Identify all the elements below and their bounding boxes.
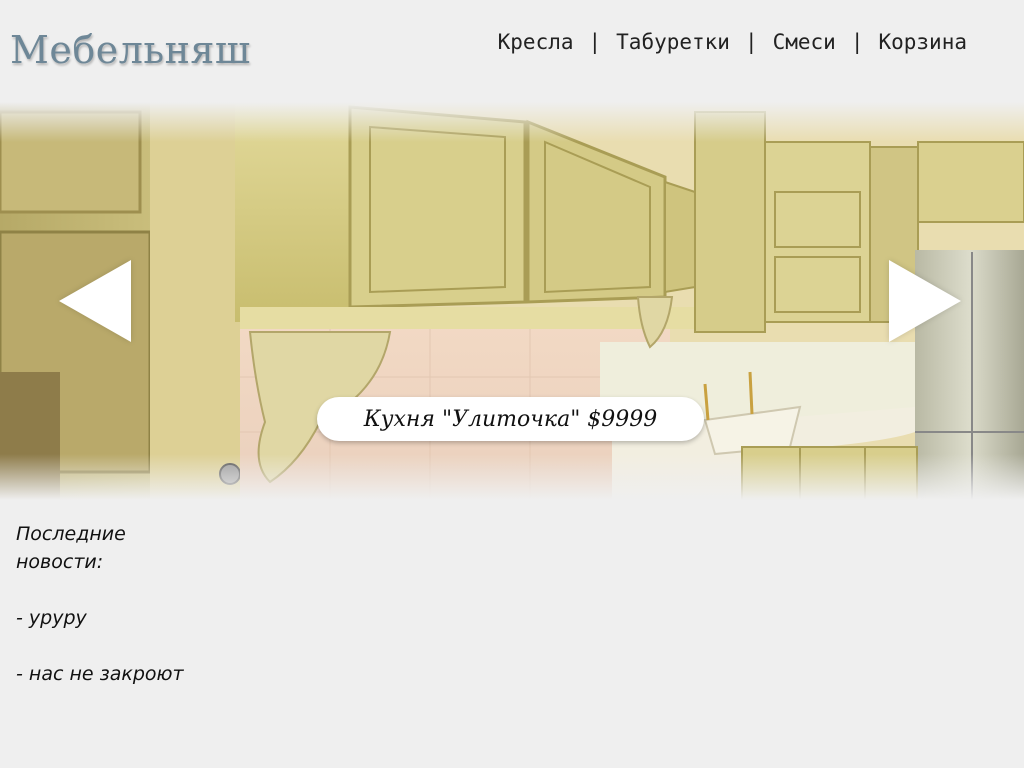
news-title: Последние новости: <box>16 523 126 573</box>
slider-prev-arrow-icon[interactable] <box>59 260 131 342</box>
news-item: - нас не закроют <box>16 663 184 685</box>
site-logo[interactable]: Мебельняш <box>10 28 251 72</box>
nav-link-cart[interactable]: Корзина <box>878 30 967 54</box>
nav-separator: | <box>850 30 864 54</box>
slider-next-arrow-icon[interactable] <box>889 260 961 342</box>
nav-link-stools[interactable]: Табуретки <box>616 30 730 54</box>
news-item: - уруру <box>16 607 87 629</box>
nav-separator: | <box>744 30 758 54</box>
nav-separator: | <box>588 30 602 54</box>
nav-link-mixes[interactable]: Смеси <box>773 30 836 54</box>
nav-link-chairs[interactable]: Кресла <box>498 30 574 54</box>
slide-caption-text: Кухня "Улиточка" $9999 <box>363 406 658 432</box>
image-slider: Кухня "Улиточка" $9999 <box>0 102 1024 500</box>
news-section: Последние новости: - уруру - нас не закр… <box>16 520 316 688</box>
main-nav: Кресла | Табуретки | Смеси | Корзина <box>498 30 967 54</box>
slide-caption[interactable]: Кухня "Улиточка" $9999 <box>317 397 704 441</box>
